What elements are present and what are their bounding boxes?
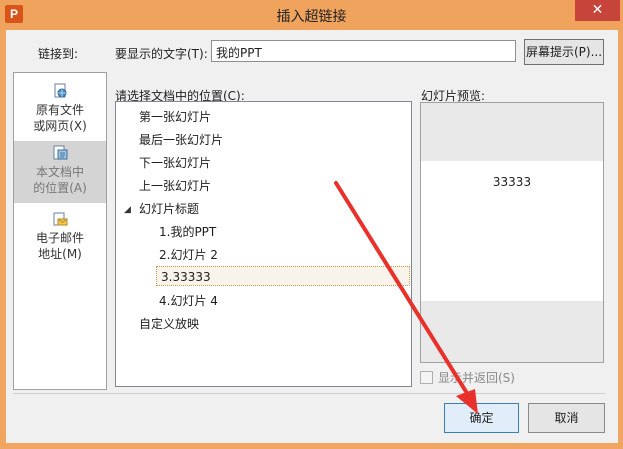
tree-item-slide-1[interactable]: 1.我的PPT <box>159 222 216 242</box>
sidebar-item-label: 本文档中 <box>35 165 84 179</box>
show-and-return-checkbox[interactable]: 显示并返回(S) <box>420 369 515 386</box>
document-place-icon <box>53 145 68 160</box>
sidebar-item-label: 原有文件 <box>35 103 84 117</box>
email-icon <box>53 212 68 226</box>
location-tree[interactable]: 第一张幻灯片 最后一张幻灯片 下一张幻灯片 上一张幻灯片 ◢ 幻灯片标题 1.我… <box>115 101 412 387</box>
divider <box>13 393 605 394</box>
tree-item-slide-4[interactable]: 4.幻灯片 4 <box>159 291 218 311</box>
sidebar-item-existing-file[interactable]: 原有文件 或网页(X) <box>14 81 106 139</box>
cancel-button[interactable]: 取消 <box>528 403 605 433</box>
slide-thumbnail: 33333 <box>421 161 603 301</box>
slide-title-text: 33333 <box>492 175 532 189</box>
screen-tip-button[interactable]: 屏幕提示(P)... <box>524 39 604 65</box>
title-bar[interactable]: P 插入超链接 ✕ <box>0 0 623 30</box>
sidebar-item-this-document[interactable]: 本文档中 的位置(A) <box>14 141 106 203</box>
close-button[interactable]: ✕ <box>575 0 620 21</box>
sidebar-item-email-address[interactable]: 电子邮件 地址(M) <box>14 209 106 265</box>
globe-file-icon <box>54 83 67 98</box>
slide-preview: 33333 <box>420 102 604 363</box>
collapse-triangle-icon[interactable]: ◢ <box>124 205 131 215</box>
tree-item-last-slide[interactable]: 最后一张幻灯片 <box>139 130 223 150</box>
tree-item-slide-3[interactable]: 3.33333 <box>156 266 410 286</box>
display-text-label: 要显示的文字(T): <box>115 47 208 61</box>
link-to-label: 链接到: <box>38 47 79 61</box>
tree-item-first-slide[interactable]: 第一张幻灯片 <box>139 107 211 127</box>
dialog-title: 插入超链接 <box>276 9 347 25</box>
display-text-input[interactable]: 我的PPT <box>211 40 516 62</box>
sidebar-item-label: 电子邮件 <box>35 231 84 245</box>
tree-item-previous-slide[interactable]: 上一张幻灯片 <box>139 176 211 196</box>
link-type-pane: 原有文件 或网页(X) 本文档中 的位置(A) 电子邮件 地址(M) <box>13 72 107 390</box>
checkbox-label: 显示并返回(S) <box>438 371 515 385</box>
hyperlink-dialog: P 插入超链接 ✕ 链接到: 要显示的文字(T): 我的PPT 屏幕提示(P).… <box>0 0 623 449</box>
sidebar-item-label: 的位置(A) <box>33 181 87 195</box>
sidebar-item-label: 地址(M) <box>38 247 82 261</box>
checkbox-square[interactable] <box>420 371 433 384</box>
tree-item-custom-show[interactable]: 自定义放映 <box>139 314 199 334</box>
ok-button[interactable]: 确定 <box>444 403 519 433</box>
tree-item-slide-titles[interactable]: 幻灯片标题 <box>139 199 199 219</box>
tree-item-next-slide[interactable]: 下一张幻灯片 <box>139 153 211 173</box>
sidebar-item-label: 或网页(X) <box>33 119 87 133</box>
tree-item-slide-2[interactable]: 2.幻灯片 2 <box>159 245 218 265</box>
